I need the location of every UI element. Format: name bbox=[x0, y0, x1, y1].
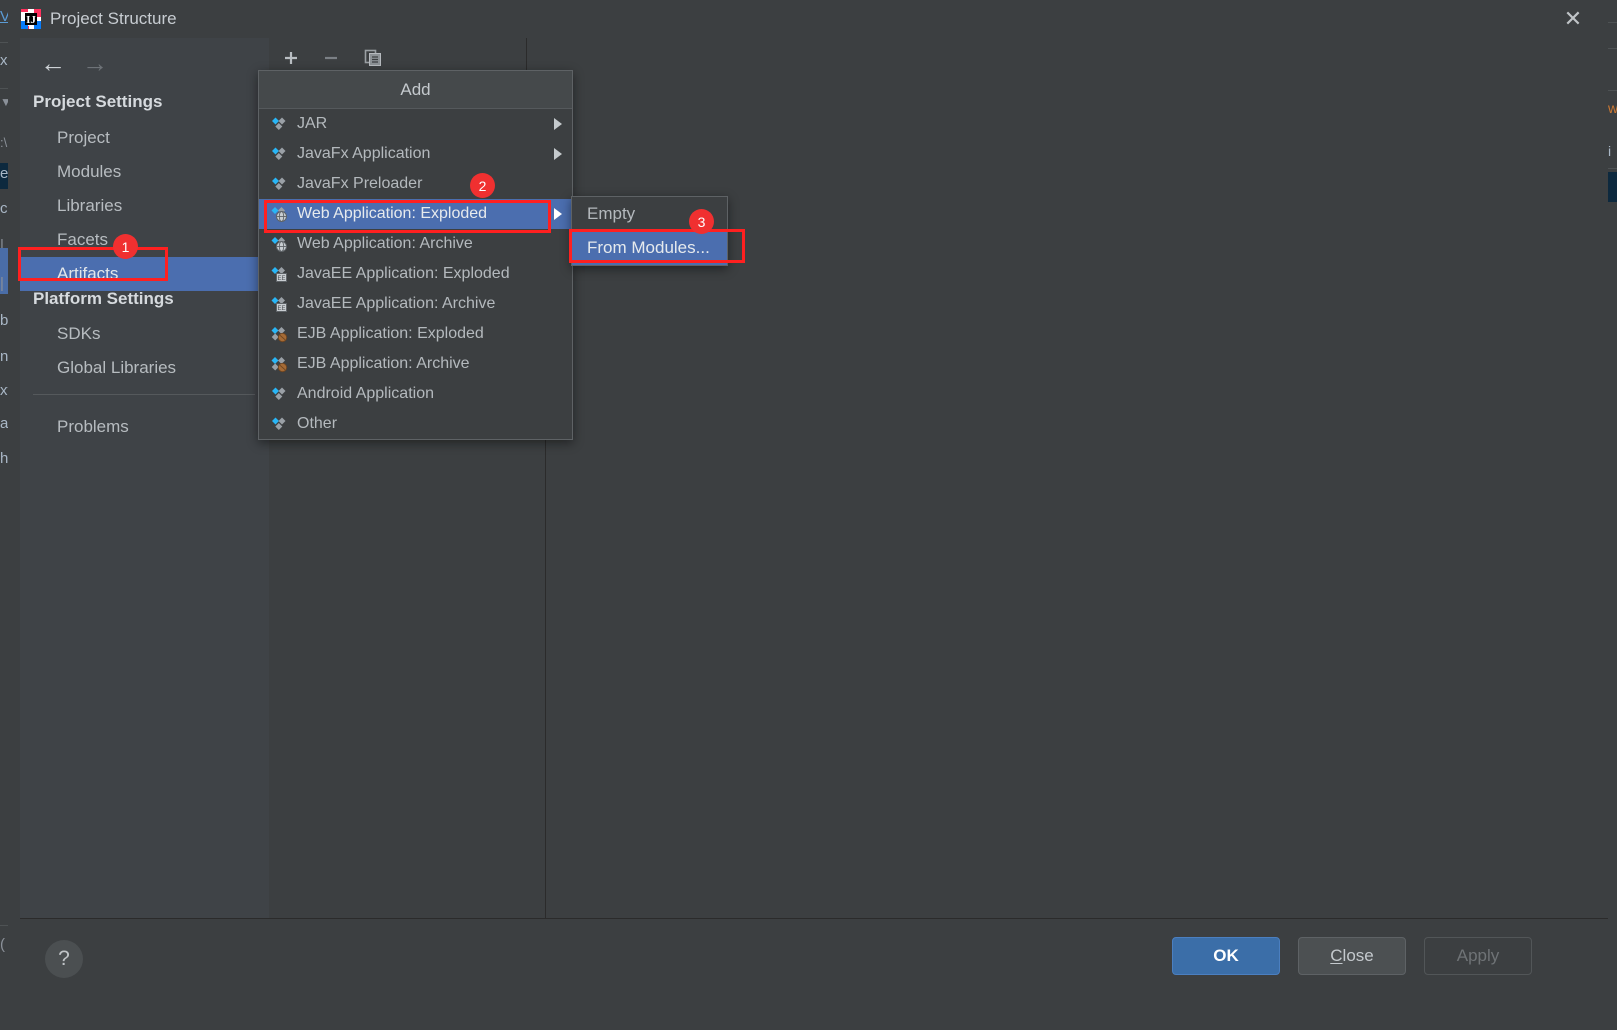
javaee-artifact-icon: EE bbox=[271, 296, 288, 313]
artifact-icon bbox=[271, 146, 288, 163]
annotation-badge-2: 2 bbox=[470, 173, 495, 198]
sidebar-divider bbox=[33, 394, 255, 395]
ejb-artifact-icon bbox=[271, 326, 288, 343]
menu-item-label: JavaEE Application: Archive bbox=[297, 295, 496, 312]
close-icon[interactable]: ✕ bbox=[1550, 4, 1596, 34]
menu-item-jar[interactable]: JAR bbox=[259, 109, 572, 139]
menu-item-ejb-application-archive[interactable]: EJB Application: Archive bbox=[259, 349, 572, 379]
menu-item-label: Web Application: Archive bbox=[297, 235, 473, 252]
settings-sidebar: ← → Project Settings Project Modules Lib… bbox=[20, 38, 270, 918]
close-button-rest: lose bbox=[1342, 946, 1374, 965]
svg-text:IJ: IJ bbox=[26, 14, 36, 26]
submenu-item-label: Empty bbox=[587, 204, 636, 223]
add-menu-title: Add bbox=[259, 71, 572, 109]
artifact-icon bbox=[271, 176, 288, 193]
project-structure-dialog: IJ Project Structure ✕ ← → Project Setti… bbox=[8, 0, 1608, 1030]
menu-item-other[interactable]: Other bbox=[259, 409, 572, 439]
menu-item-web-application-exploded[interactable]: Web Application: Exploded bbox=[259, 199, 572, 229]
menu-item-javaee-application-exploded[interactable]: EE JavaEE Application: Exploded bbox=[259, 259, 572, 289]
menu-item-label: JavaFx Preloader bbox=[297, 175, 423, 192]
artifact-icon bbox=[271, 116, 288, 133]
sidebar-item-project[interactable]: Project bbox=[20, 121, 269, 155]
menu-item-ejb-application-exploded[interactable]: EJB Application: Exploded bbox=[259, 319, 572, 349]
artifact-icon bbox=[271, 386, 288, 403]
sidebar-nav-arrows: ← → bbox=[30, 46, 150, 82]
sidebar-item-problems[interactable]: Problems bbox=[20, 410, 269, 444]
menu-item-javaee-application-archive[interactable]: EE JavaEE Application: Archive bbox=[259, 289, 572, 319]
menu-item-label: JavaFx Application bbox=[297, 145, 431, 162]
close-button-mnemonic: C bbox=[1330, 946, 1343, 965]
chevron-right-icon bbox=[554, 148, 562, 160]
artifact-icon bbox=[271, 416, 288, 433]
annotation-badge-1: 1 bbox=[113, 234, 138, 259]
intellij-idea-icon: IJ bbox=[20, 8, 42, 30]
sidebar-item-global-libraries[interactable]: Global Libraries bbox=[20, 351, 269, 385]
arrow-left-icon[interactable]: ← bbox=[36, 46, 70, 80]
close-button[interactable]: Close bbox=[1298, 937, 1406, 975]
sidebar-item-modules[interactable]: Modules bbox=[20, 155, 269, 189]
dialog-title: Project Structure bbox=[50, 9, 177, 28]
ejb-artifact-icon bbox=[271, 356, 288, 373]
dialog-footer: ? OK Close Apply bbox=[20, 918, 1608, 1030]
sidebar-item-sdks[interactable]: SDKs bbox=[20, 317, 269, 351]
dialog-titlebar: IJ Project Structure ✕ bbox=[8, 0, 1608, 38]
chevron-right-icon bbox=[554, 118, 562, 130]
chevron-right-icon bbox=[554, 208, 562, 220]
menu-item-javafx-preloader[interactable]: JavaFx Preloader bbox=[259, 169, 572, 199]
background-editor-right-strip: w i bbox=[1608, 0, 1617, 1030]
copy-icon[interactable] bbox=[359, 44, 387, 72]
menu-item-android-application[interactable]: Android Application bbox=[259, 379, 572, 409]
web-artifact-icon bbox=[271, 206, 288, 223]
section-header-platform-settings: Platform Settings bbox=[33, 289, 174, 308]
svg-text:EE: EE bbox=[277, 276, 285, 282]
menu-item-javafx-application[interactable]: JavaFx Application bbox=[259, 139, 572, 169]
help-icon[interactable]: ? bbox=[45, 940, 83, 978]
menu-item-label: Web Application: Exploded bbox=[297, 205, 488, 222]
add-artifact-menu: Add JAR JavaFx Application JavaFx Preloa… bbox=[258, 70, 573, 440]
javaee-artifact-icon: EE bbox=[271, 266, 288, 283]
plus-icon[interactable] bbox=[277, 44, 305, 72]
minus-icon bbox=[317, 44, 345, 72]
section-header-project-settings: Project Settings bbox=[33, 92, 163, 111]
menu-item-label: EJB Application: Archive bbox=[297, 355, 470, 372]
web-artifact-icon bbox=[271, 236, 288, 253]
submenu-item-from-modules[interactable]: From Modules... bbox=[572, 231, 727, 265]
menu-item-label: EJB Application: Exploded bbox=[297, 325, 484, 342]
sidebar-item-facets[interactable]: Facets bbox=[20, 223, 269, 257]
menu-item-label: JAR bbox=[297, 115, 328, 132]
menu-item-label: Android Application bbox=[297, 385, 434, 402]
menu-item-label: Other bbox=[297, 415, 338, 432]
menu-item-label: JavaEE Application: Exploded bbox=[297, 265, 510, 282]
apply-button: Apply bbox=[1424, 937, 1532, 975]
svg-text:EE: EE bbox=[277, 306, 285, 312]
arrow-right-icon[interactable]: → bbox=[78, 46, 112, 80]
sidebar-item-libraries[interactable]: Libraries bbox=[20, 189, 269, 223]
annotation-badge-3: 3 bbox=[689, 209, 714, 234]
menu-item-web-application-archive[interactable]: Web Application: Archive bbox=[259, 229, 572, 259]
ok-button[interactable]: OK bbox=[1172, 937, 1280, 975]
submenu-item-label: From Modules... bbox=[587, 238, 710, 257]
sidebar-item-artifacts[interactable]: Artifacts bbox=[20, 257, 269, 291]
